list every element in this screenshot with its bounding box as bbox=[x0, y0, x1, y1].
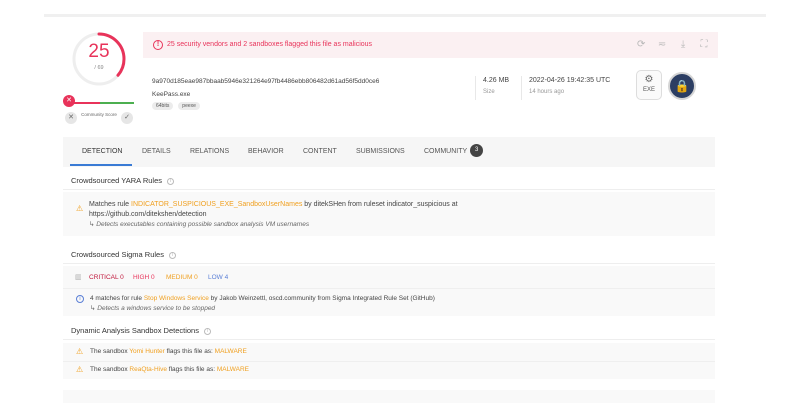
tab-community-label: COMMUNITY bbox=[424, 148, 468, 155]
info-divider bbox=[475, 76, 476, 100]
sandbox-prefix: The sandbox bbox=[90, 366, 130, 373]
yara-rule-row: ⚠ Matches rule INDICATOR_SUSPICIOUS_EXE_… bbox=[63, 192, 715, 236]
tab-community[interactable]: COMMUNITY 3 bbox=[424, 137, 484, 167]
sigma-rule-row: i 4 matches for rule Stop Windows Servic… bbox=[63, 291, 715, 317]
info-circle-icon: i bbox=[76, 295, 84, 303]
yara-panel: ⚠ Matches rule INDICATOR_SUSPICIOUS_EXE_… bbox=[63, 192, 715, 236]
sigma-low-count[interactable]: LOW 4 bbox=[208, 274, 228, 281]
file-type-label: EXE bbox=[642, 87, 655, 93]
info-icon[interactable]: i bbox=[203, 327, 211, 335]
tab-submissions[interactable]: SUBMISSIONS bbox=[356, 137, 405, 167]
tab-bar: DETECTION DETAILS RELATIONS BEHAVIOR CON… bbox=[63, 137, 715, 167]
tab-relations[interactable]: RELATIONS bbox=[190, 137, 229, 167]
tag-64bits[interactable]: 64bits bbox=[152, 102, 174, 110]
sandbox-title-text: Dynamic Analysis Sandbox Detections bbox=[71, 326, 199, 335]
score-total: / 69 bbox=[94, 65, 104, 71]
yara-rule-link[interactable]: INDICATOR_SUSPICIOUS_EXE_SandboxUserName… bbox=[131, 201, 302, 208]
sigma-description: Detects a windows service to be stopped bbox=[97, 305, 216, 312]
next-section-preview bbox=[63, 390, 715, 403]
yara-rule-text: Matches rule INDICATOR_SUSPICIOUS_EXE_Sa… bbox=[89, 200, 489, 230]
community-positive-bar bbox=[100, 102, 134, 104]
sandbox-section-title: Dynamic Analysis Sandbox Detections i bbox=[71, 326, 211, 335]
warning-icon: ⚠ bbox=[76, 365, 84, 374]
warning-icon: ⚠ bbox=[76, 347, 84, 356]
last-analysis-relative: 14 hours ago bbox=[529, 89, 565, 95]
alert-text: 25 security vendors and 2 sandboxes flag… bbox=[167, 41, 373, 48]
sigma-prefix: 4 matches for rule bbox=[90, 295, 144, 302]
detection-score: 25 / 69 bbox=[70, 30, 128, 88]
sandbox-middle: flags this file as: bbox=[166, 366, 217, 373]
sigma-high-count[interactable]: HIGH 0 bbox=[133, 274, 155, 281]
sandbox-row: ⚠ The sandbox ReaQta-Hive flags this fil… bbox=[63, 361, 715, 379]
sandbox-prefix: The sandbox bbox=[90, 348, 130, 355]
community-score-marker-icon: ✕ bbox=[63, 95, 75, 107]
sigma-rule-link[interactable]: Stop Windows Service bbox=[144, 295, 209, 302]
sigma-suffix: by Jakob Weinzettl, oscd.community from … bbox=[208, 295, 435, 302]
keepass-lock-icon: 🔒 bbox=[668, 72, 696, 100]
tab-behavior[interactable]: BEHAVIOR bbox=[248, 137, 284, 167]
last-analysis-date: 2022-04-26 19:42:35 UTC bbox=[529, 77, 611, 84]
section-divider bbox=[63, 189, 715, 190]
warning-icon: ⚠ bbox=[76, 204, 84, 213]
section-divider bbox=[63, 339, 715, 340]
vote-harmless-button[interactable]: ✓ bbox=[121, 112, 133, 124]
sandbox-row-text: The sandbox ReaQta-Hive flags this file … bbox=[90, 366, 249, 373]
file-name: KeePass.exe bbox=[152, 91, 191, 98]
file-hash[interactable]: 9a970d185eae987bbaab5946e321264e97fb4486… bbox=[152, 78, 379, 85]
sandbox-verdict: MALWARE bbox=[216, 366, 249, 373]
graph-icon[interactable]: ⛶ bbox=[698, 39, 710, 51]
file-size-value: 4.26 MB bbox=[483, 77, 510, 84]
sigma-section-title: Crowdsourced Sigma Rules i bbox=[71, 250, 176, 259]
row-divider bbox=[63, 288, 715, 289]
section-divider bbox=[63, 263, 715, 264]
severity-bars-icon: ▥ bbox=[75, 274, 82, 281]
sigma-rule-text: 4 matches for rule Stop Windows Service … bbox=[90, 294, 435, 314]
top-divider bbox=[44, 14, 766, 17]
tab-content[interactable]: CONTENT bbox=[303, 137, 337, 167]
yara-source-url[interactable]: https://github.com/ditekshen/detection bbox=[89, 211, 207, 218]
yara-prefix: Matches rule bbox=[89, 201, 132, 208]
sandbox-verdict: MALWARE bbox=[214, 348, 247, 355]
info-divider bbox=[521, 76, 522, 100]
sandbox-row-text: The sandbox Yomi Hunter flags this file … bbox=[90, 348, 247, 355]
sandbox-middle: flags this file as: bbox=[164, 348, 215, 355]
puzzle-icon: ⚙ bbox=[644, 74, 654, 85]
sub-arrow-icon: ↳ bbox=[90, 305, 96, 312]
sigma-severity-counts: ▥ CRITICAL 0 HIGH 0 MEDIUM 0 LOW 4 bbox=[63, 266, 715, 288]
file-size-label: Size bbox=[483, 89, 495, 95]
malicious-alert-bar: ! 25 security vendors and 2 sandboxes fl… bbox=[143, 32, 718, 58]
community-count-badge: 3 bbox=[470, 143, 484, 157]
score-value: 25 bbox=[88, 41, 110, 62]
sigma-medium-count[interactable]: MEDIUM 0 bbox=[166, 274, 198, 281]
tab-details[interactable]: DETAILS bbox=[142, 137, 171, 167]
sandbox-name-link[interactable]: Yomi Hunter bbox=[129, 348, 165, 355]
download-icon[interactable]: ⤓ bbox=[677, 39, 689, 51]
info-icon[interactable]: i bbox=[167, 177, 175, 185]
file-tags: 64bits peexe bbox=[152, 102, 203, 110]
exe-file-type-icon: ⚙ EXE bbox=[636, 70, 662, 100]
info-icon[interactable]: i bbox=[168, 251, 176, 259]
tab-detection[interactable]: DETECTION bbox=[82, 137, 122, 167]
community-score-label: Community Score bbox=[81, 112, 117, 117]
tag-peexe[interactable]: peexe bbox=[178, 102, 200, 110]
sandbox-row: ⚠ The sandbox Yomi Hunter flags this fil… bbox=[63, 343, 715, 361]
yara-middle: by ditekSHen from ruleset indicator_susp… bbox=[302, 201, 458, 208]
alert-icon: ! bbox=[153, 40, 163, 50]
yara-description: Detects executables containing possible … bbox=[96, 221, 310, 228]
active-tab-indicator bbox=[70, 164, 132, 166]
sandbox-name-link[interactable]: ReaQta-Hive bbox=[129, 366, 167, 373]
sigma-critical-count[interactable]: CRITICAL 0 bbox=[89, 274, 124, 281]
sandbox-panel: ⚠ The sandbox Yomi Hunter flags this fil… bbox=[63, 343, 715, 379]
reanalyze-icon[interactable]: ⟳ bbox=[635, 39, 647, 51]
yara-section-title: Crowdsourced YARA Rules i bbox=[71, 176, 175, 185]
yara-title-text: Crowdsourced YARA Rules bbox=[71, 176, 163, 185]
similar-icon[interactable]: ≂ bbox=[656, 39, 668, 51]
sub-arrow-icon: ↳ bbox=[89, 221, 95, 228]
sigma-title-text: Crowdsourced Sigma Rules bbox=[71, 250, 164, 259]
alert-actions: ⟳ ≂ ⤓ ⛶ bbox=[628, 39, 710, 51]
sigma-panel: ▥ CRITICAL 0 HIGH 0 MEDIUM 0 LOW 4 i 4 m… bbox=[63, 266, 715, 316]
